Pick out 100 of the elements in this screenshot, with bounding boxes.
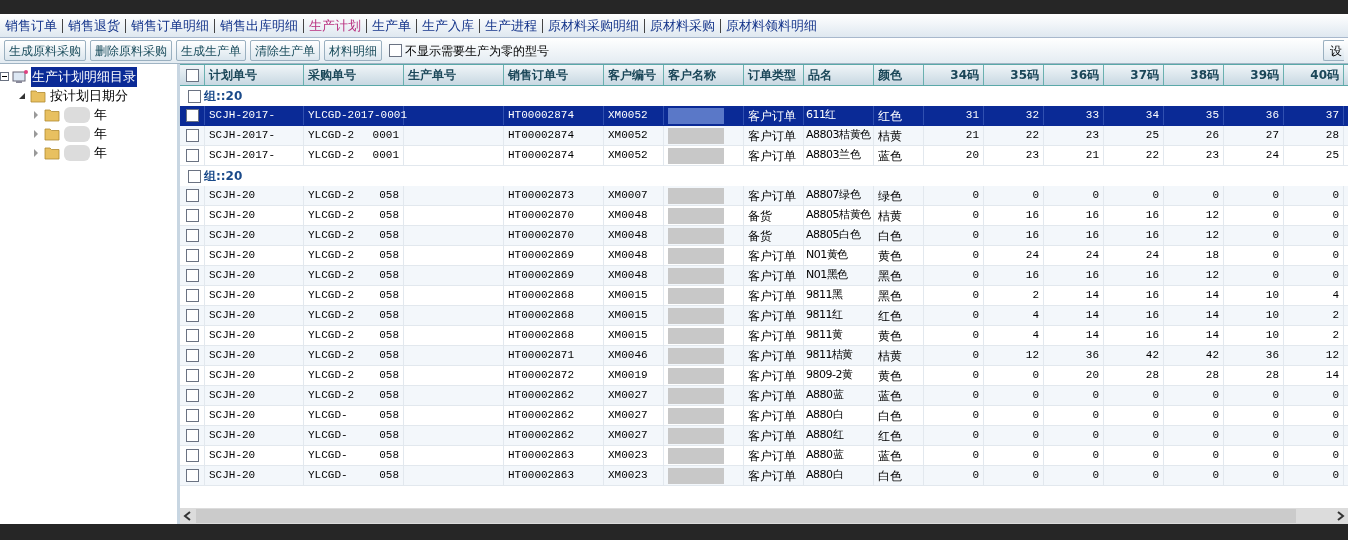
table-row[interactable]: SCJH-20 YLCGD-2 058 HT00002868 XM0015 客户订单 9811黄 黄色 0 4 14 16 14 10 2 (180, 326, 1348, 346)
toolbar-button[interactable]: 生成原料采购 (4, 40, 86, 61)
nav-tab[interactable]: 销售订单明细 (125, 18, 214, 33)
table-row[interactable]: SCJH-20 YLCGD-2 058 HT00002869 XM0048 客户订单 N01黄色 黄色 0 24 24 24 18 0 0 (180, 246, 1348, 266)
checkbox[interactable] (185, 409, 199, 422)
column-header[interactable]: 计划单号 (205, 65, 304, 85)
toolbar-button[interactable]: 生成生产单 (176, 40, 246, 61)
table-row[interactable]: SCJH-2017- YLCGD-2 0001 HT00002874 XM0052 客户订单 A8803兰色 蓝色 20 23 21 22 23 24 25 (180, 146, 1348, 166)
column-header[interactable]: 采购单号 (304, 65, 404, 85)
tree-root-label[interactable]: 生产计划明细目录 (31, 67, 137, 87)
nav-tab[interactable]: 销售退货 (62, 18, 125, 33)
collapsed-arrow-icon[interactable] (32, 149, 40, 157)
checkbox[interactable] (185, 129, 199, 142)
toolbar-button[interactable]: 清除生产单 (250, 40, 320, 61)
table-row[interactable]: SCJH-20 YLCGD-2 058 HT00002872 XM0019 客户订单 9809-2黄 黄色 0 0 20 28 28 28 14 (180, 366, 1348, 386)
nav-tab[interactable]: 原材料领料明细 (720, 18, 822, 33)
column-header[interactable]: 40码 (1284, 65, 1344, 85)
column-header[interactable]: 35码 (984, 65, 1044, 85)
checkbox[interactable] (185, 469, 199, 482)
checkbox[interactable] (185, 289, 199, 302)
collapsed-arrow-icon[interactable] (32, 111, 40, 119)
checkbox[interactable] (185, 369, 199, 382)
table-row[interactable]: SCJH-20 YLCGD- 058 HT00002862 XM0027 客户订单 A880红 红色 0 0 0 0 0 0 0 (180, 426, 1348, 446)
tree-item[interactable]: 年 (94, 105, 107, 125)
nav-tab[interactable]: 生产单 (366, 18, 416, 33)
checkbox[interactable] (185, 249, 199, 262)
nav-tab[interactable]: 生产计划 (303, 18, 366, 33)
column-header[interactable]: 销售订单号 (504, 65, 604, 85)
table-row[interactable]: SCJH-20 YLCGD-2 058 HT00002869 XM0048 客户订单 N01黑色 黑色 0 16 16 16 12 0 0 (180, 266, 1348, 286)
checkbox[interactable] (185, 329, 199, 342)
column-header[interactable]: 订单类型 (744, 65, 804, 85)
checkbox[interactable] (185, 449, 199, 462)
tree-item[interactable]: 年 (94, 143, 107, 163)
nav-tab[interactable]: 销售订单 (0, 18, 62, 33)
table-row[interactable]: SCJH-20 YLCGD-2 058 HT00002871 XM0046 客户订单 9811桔黄 桔黄 0 12 36 42 42 36 12 (180, 346, 1348, 366)
table-cell-text: YLCGD-2 (308, 148, 355, 164)
table-row[interactable]: SCJH-20 YLCGD-2 058 HT00002868 XM0015 客户订单 9811黑 黑色 0 2 14 16 14 10 4 (180, 286, 1348, 306)
table-row[interactable]: SCJH-2017- YLCGD-2017-0001 HT00002874 XM0052 客户订单 611红 红色 31 32 33 34 35 36 37 (180, 106, 1348, 126)
table-cell-text: 黑色 (878, 267, 902, 285)
column-header[interactable]: 颜色 (874, 65, 924, 85)
nav-tab[interactable]: 生产入库 (416, 18, 479, 33)
table-cell-text: 2 (1032, 288, 1039, 304)
checkbox[interactable] (185, 429, 199, 442)
checkbox[interactable] (185, 189, 199, 202)
checkbox-label[interactable]: 不显示需要生产为零的型号 (405, 41, 549, 60)
table-cell-text: 客户订单 (748, 127, 796, 145)
nav-tab[interactable]: 销售出库明细 (214, 18, 303, 33)
nav-tab[interactable]: 原材料采购明细 (542, 18, 644, 33)
toolbar-button[interactable]: 删除原料采购 (90, 40, 172, 61)
column-header[interactable]: 37码 (1104, 65, 1164, 85)
toolbar-button[interactable]: 材料明细 (324, 40, 382, 61)
tree-item[interactable]: 按计划日期分 (50, 86, 128, 106)
column-header[interactable]: 39码 (1224, 65, 1284, 85)
collapsed-arrow-icon[interactable] (32, 130, 40, 138)
table-cell: N01黄色 (806, 247, 848, 264)
table-row[interactable]: SCJH-20 YLCGD- 058 HT00002863 XM0023 客户订单 A880蓝 蓝色 0 0 0 0 0 0 0 (180, 446, 1348, 466)
checkbox[interactable] (185, 389, 199, 402)
table-row[interactable]: SCJH-20 YLCGD-2 058 HT00002862 XM0027 客户订单 A880蓝 蓝色 0 0 0 0 0 0 0 (180, 386, 1348, 406)
checkbox[interactable] (389, 44, 402, 57)
checkbox[interactable] (188, 169, 201, 183)
expanded-arrow-icon[interactable] (18, 92, 26, 100)
column-header[interactable]: 品名 (804, 65, 874, 85)
table-row[interactable]: SCJH-20 YLCGD- 058 HT00002863 XM0023 客户订单 A880白 白色 0 0 0 0 0 0 0 (180, 466, 1348, 486)
checkbox[interactable] (185, 269, 199, 282)
nav-tab[interactable]: 生产进程 (479, 18, 542, 33)
checkbox[interactable] (185, 149, 199, 162)
collapse-toggle-icon[interactable] (0, 72, 9, 82)
table-row[interactable]: SCJH-2017- YLCGD-2 0001 HT00002874 XM0052 客户订单 A8803桔黄色 桔黄 21 22 23 25 26 27 28 (180, 126, 1348, 146)
column-header[interactable]: 客户名称 (664, 65, 744, 85)
checkbox[interactable] (185, 309, 199, 322)
checkbox[interactable] (185, 68, 199, 82)
column-header[interactable]: 生产单号 (404, 65, 504, 85)
table-cell-text: 0 (1092, 408, 1099, 424)
settings-button[interactable]: 设 (1323, 40, 1344, 61)
table-cell-text: 0 (972, 208, 979, 224)
table-row[interactable]: SCJH-20 YLCGD- 058 HT00002862 XM0027 客户订单 A880白 白色 0 0 0 0 0 0 0 (180, 406, 1348, 426)
table-cell-text: 058 (379, 308, 399, 324)
group-header: 组::20 (204, 88, 243, 105)
checkbox[interactable] (185, 349, 199, 362)
checkbox[interactable] (188, 89, 201, 103)
column-header[interactable]: 客户编号 (604, 65, 664, 85)
table-row[interactable]: SCJH-20 YLCGD-2 058 HT00002870 XM0048 备货 A8805白色 白色 0 16 16 16 12 0 0 (180, 226, 1348, 246)
table-cell-text: 34 (1145, 108, 1159, 124)
checkbox[interactable] (185, 109, 199, 122)
column-header[interactable]: 34码 (924, 65, 984, 85)
table-cell-text: 0 (1032, 388, 1039, 404)
table-row[interactable]: SCJH-20 YLCGD-2 058 HT00002868 XM0015 客户订单 9811红 红色 0 4 14 16 14 10 2 (180, 306, 1348, 326)
horizontal-scrollbar[interactable] (180, 508, 1348, 524)
scrollbar-thumb[interactable] (196, 509, 1296, 523)
checkbox[interactable] (185, 209, 199, 222)
tree-item[interactable]: 年 (94, 124, 107, 144)
checkbox[interactable] (185, 229, 199, 242)
column-header[interactable]: 36码 (1044, 65, 1104, 85)
table-cell-text: 2 (1332, 328, 1339, 344)
nav-tab[interactable]: 原材料采购 (644, 18, 720, 33)
column-header[interactable]: 38码 (1164, 65, 1224, 85)
table-cell-text: 客户订单 (748, 187, 796, 205)
table-row[interactable]: SCJH-20 YLCGD-2 058 HT00002870 XM0048 备货 A8805桔黄色 桔黄 0 16 16 16 12 0 0 (180, 206, 1348, 226)
table-cell-text: HT00002874 (508, 108, 574, 124)
table-row[interactable]: SCJH-20 YLCGD-2 058 HT00002873 XM0007 客户订单 A8807绿色 绿色 0 0 0 0 0 0 0 (180, 186, 1348, 206)
